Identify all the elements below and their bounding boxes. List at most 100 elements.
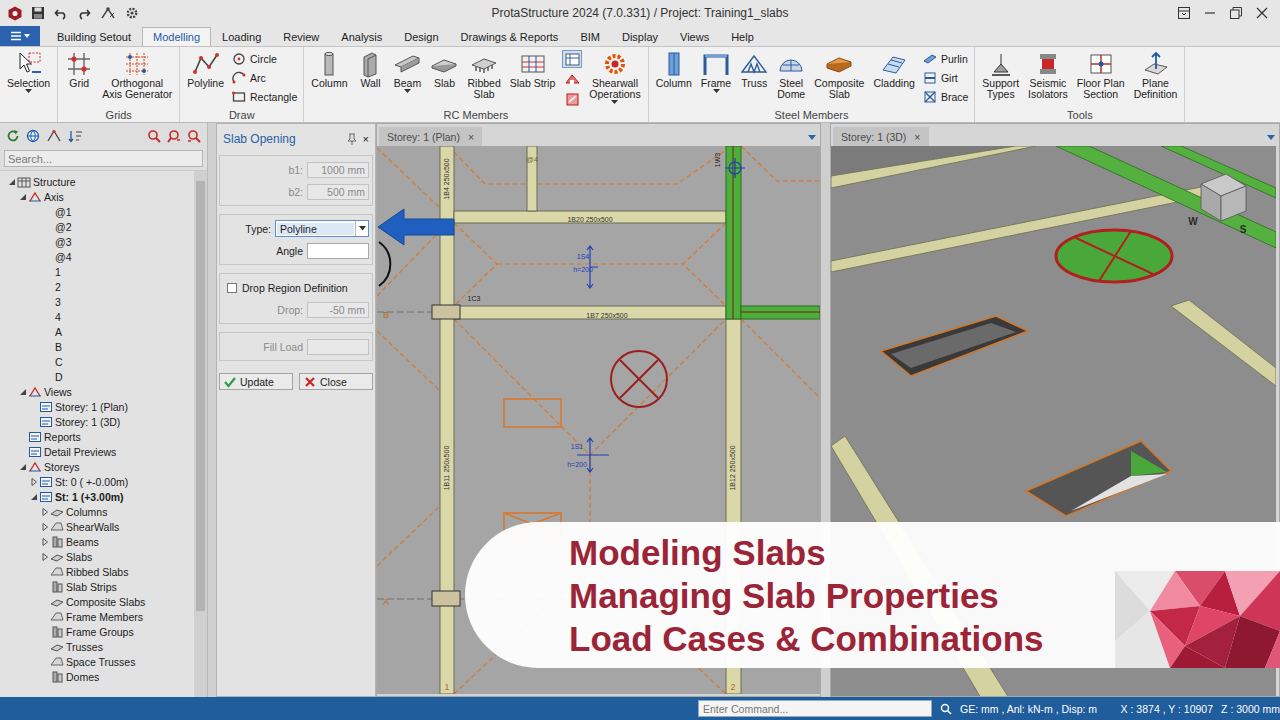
menu-tab[interactable]: Review <box>272 27 330 46</box>
expanded-arrow-icon[interactable] <box>19 388 27 396</box>
support-types-button[interactable]: SupportTypes <box>978 47 1023 105</box>
dropdown-arrow-icon[interactable] <box>1267 135 1275 140</box>
tree-item[interactable]: 3 <box>0 294 194 309</box>
update-button[interactable]: Update <box>219 373 293 390</box>
tree-toggle[interactable] <box>39 551 50 562</box>
tree-scrollbar[interactable] <box>194 171 207 697</box>
file-menu-button[interactable] <box>0 26 40 46</box>
tree-item[interactable]: Views <box>0 384 194 399</box>
snap-settings-icon[interactable] <box>100 6 116 20</box>
arc-icon[interactable] <box>232 71 246 85</box>
slab-tool-icon[interactable] <box>565 72 580 87</box>
tree-item[interactable]: Axis <box>0 189 194 204</box>
slab-button[interactable]: Slab <box>426 47 462 94</box>
tree-toggle[interactable] <box>39 536 50 547</box>
circle-icon[interactable] <box>232 52 246 66</box>
expanded-arrow-icon[interactable] <box>19 193 27 201</box>
tree-item[interactable]: Storeys <box>0 459 194 474</box>
column-button[interactable]: Column <box>652 47 696 94</box>
orthogonal-axis-generator-button[interactable]: OrthogonalAxis Generator <box>98 47 176 105</box>
tree-item[interactable]: Structure <box>0 174 194 189</box>
rectangle-icon[interactable] <box>232 90 246 104</box>
shearwall-operations-button[interactable]: ShearwallOperations <box>585 47 644 105</box>
dropdown-arrow-icon[interactable] <box>359 226 366 231</box>
tree-item[interactable]: St: 0 ( +-0.00m) <box>0 474 194 489</box>
redo-icon[interactable] <box>77 6 91 20</box>
globe-icon[interactable] <box>26 129 40 143</box>
tree-item[interactable]: St: 1 (+3.00m) <box>0 489 194 504</box>
expanded-arrow-icon[interactable] <box>19 463 27 471</box>
check-icon[interactable] <box>224 376 236 388</box>
expanded-arrow-icon[interactable] <box>30 493 38 501</box>
tab-close[interactable]: × <box>468 131 474 143</box>
tree-toggle[interactable] <box>28 491 39 502</box>
column-button[interactable]: Column <box>307 47 351 94</box>
wall-button[interactable]: Wall <box>352 47 388 94</box>
tree-item[interactable]: Columns <box>0 504 194 519</box>
minimize-icon[interactable] <box>1204 7 1216 19</box>
tree-item[interactable]: Storey: 1 (3D) <box>0 414 194 429</box>
composite-slab-icon[interactable] <box>825 50 853 78</box>
type-dropdown[interactable]: Polyline <box>275 220 369 237</box>
view-tab[interactable]: Storey: 1 (3D)× <box>833 127 929 146</box>
find-next-icon[interactable] <box>187 129 201 143</box>
arc-button[interactable]: Arc <box>232 70 297 86</box>
find-icon[interactable] <box>147 129 161 143</box>
column-icon[interactable] <box>660 50 688 78</box>
dropdown-arrow-icon[interactable] <box>713 89 720 94</box>
tree-search[interactable] <box>4 150 203 167</box>
tree-item[interactable]: Slabs <box>0 549 194 564</box>
slab-tool-icon[interactable] <box>565 52 580 67</box>
tree-item[interactable]: Storey: 1 (Plan) <box>0 399 194 414</box>
close-icon[interactable] <box>1256 7 1268 19</box>
refresh-icon[interactable] <box>6 129 20 143</box>
tree-item[interactable]: A <box>0 324 194 339</box>
tree-toggle[interactable] <box>28 476 39 487</box>
tree-item[interactable]: Detail Previews <box>0 444 194 459</box>
panel-close[interactable]: × <box>363 133 369 145</box>
truss-icon[interactable] <box>740 50 768 78</box>
menu-tab[interactable]: Loading <box>211 27 272 46</box>
view-tab[interactable]: Storey: 1 (Plan)× <box>379 127 482 146</box>
tree-item[interactable]: Space Trusses <box>0 654 194 669</box>
dropdown-arrow-icon[interactable] <box>24 34 30 38</box>
tree-item[interactable]: Composite Slabs <box>0 594 194 609</box>
search-icon[interactable] <box>940 703 952 715</box>
slab-strip-icon[interactable] <box>519 50 547 78</box>
girt-button[interactable]: Girt <box>923 70 968 86</box>
angle-input[interactable] <box>307 243 369 259</box>
support-types-icon[interactable] <box>987 50 1015 78</box>
steel-dome-button[interactable]: SteelDome <box>773 47 809 105</box>
selection-icon[interactable] <box>15 50 43 78</box>
axis-filter-icon[interactable] <box>46 129 62 143</box>
menu-tab[interactable]: Analysis <box>330 27 393 46</box>
tree-item[interactable]: B <box>0 339 194 354</box>
tree-item[interactable]: Frame Groups <box>0 624 194 639</box>
tree-toggle[interactable] <box>6 176 17 187</box>
polyline-button[interactable]: Polyline <box>183 47 228 94</box>
collapsed-arrow-icon[interactable] <box>41 538 49 546</box>
ribbed-slab-button[interactable]: RibbedSlab <box>463 47 504 105</box>
brace-button[interactable]: Brace <box>923 89 968 105</box>
purlin-icon[interactable] <box>923 52 937 66</box>
collapsed-arrow-icon[interactable] <box>41 508 49 516</box>
seismic-isolators-button[interactable]: SeismicIsolators <box>1024 47 1072 105</box>
rectangle-button[interactable]: Rectangle <box>232 89 297 105</box>
sort-icon[interactable] <box>68 129 84 143</box>
polyline-icon[interactable] <box>192 50 220 78</box>
pin-icon[interactable] <box>347 133 357 145</box>
tree-item[interactable]: 2 <box>0 279 194 294</box>
column-icon[interactable] <box>315 50 343 78</box>
view-menu[interactable] <box>1263 130 1279 146</box>
splitter[interactable] <box>208 123 216 697</box>
collapsed-arrow-icon[interactable] <box>41 553 49 561</box>
tool-button[interactable] <box>562 90 582 108</box>
tree-item[interactable]: @2 <box>0 219 194 234</box>
tree-item[interactable]: D <box>0 369 194 384</box>
tree-item[interactable]: @1 <box>0 204 194 219</box>
checkbox-row[interactable]: Drop Region Definition <box>223 279 369 296</box>
wall-icon[interactable] <box>356 50 384 78</box>
command-input[interactable] <box>698 700 932 717</box>
menu-tab[interactable]: BIM <box>569 27 611 46</box>
frame-icon[interactable] <box>702 50 730 78</box>
